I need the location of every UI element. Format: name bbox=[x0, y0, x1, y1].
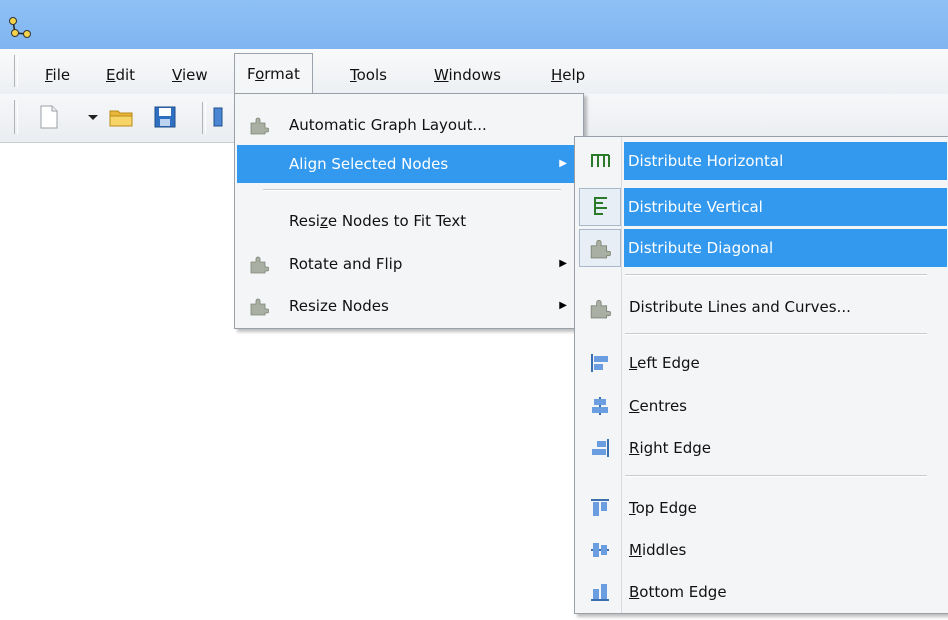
distribute-horizontal-icon bbox=[591, 154, 610, 167]
puzzle-icon bbox=[250, 117, 269, 135]
menu-item-automatic-graph-layout[interactable]: Automatic Graph Layout... bbox=[237, 106, 581, 144]
toolbar-separator bbox=[202, 102, 206, 134]
puzzle-icon bbox=[590, 239, 611, 259]
submenu-item-centres[interactable]: Centres bbox=[577, 387, 947, 425]
submenu-item-bottom-edge[interactable]: Bottom Edge bbox=[577, 573, 947, 611]
menu-bar: File Edit View Format Tools Windows Help bbox=[0, 49, 948, 95]
menu-format[interactable]: Format bbox=[234, 53, 313, 94]
open-folder-icon[interactable] bbox=[108, 104, 134, 130]
submenu-item-distribute-vertical[interactable]: Distribute Vertical bbox=[624, 188, 947, 226]
menu-file[interactable]: File bbox=[45, 64, 70, 86]
puzzle-icon bbox=[590, 299, 611, 319]
align-right-edge-icon bbox=[592, 439, 609, 457]
menu-item-rotate-and-flip[interactable]: Rotate and Flip ▶ bbox=[237, 245, 581, 283]
menu-edit[interactable]: Edit bbox=[106, 64, 135, 86]
menu-view[interactable]: View bbox=[172, 64, 208, 86]
submenu-item-middles[interactable]: Middles bbox=[577, 531, 947, 569]
menu-separator bbox=[625, 274, 927, 276]
align-left-edge-icon bbox=[591, 354, 608, 372]
submenu-item-left-edge[interactable]: Left Edge bbox=[577, 344, 947, 382]
menu-item-resize-nodes[interactable]: Resize Nodes ▶ bbox=[237, 287, 581, 325]
align-submenu: Distribute Horizontal Distribute Vertica… bbox=[574, 136, 948, 614]
distribute-vertical-icon bbox=[594, 197, 607, 215]
submenu-arrow-icon: ▶ bbox=[559, 258, 567, 269]
dropdown-arrow-icon[interactable] bbox=[86, 104, 100, 130]
submenu-item-distribute-diagonal[interactable]: Distribute Diagonal bbox=[624, 229, 947, 267]
save-disk-icon[interactable] bbox=[152, 104, 178, 130]
align-top-edge-icon bbox=[591, 499, 609, 516]
menu-help[interactable]: Help bbox=[551, 64, 585, 86]
submenu-item-distribute-lines-and-curves[interactable]: Distribute Lines and Curves... bbox=[577, 288, 947, 326]
new-document-icon[interactable] bbox=[36, 104, 62, 130]
puzzle-icon bbox=[250, 256, 269, 274]
title-bar bbox=[0, 0, 948, 49]
submenu-arrow-icon: ▶ bbox=[559, 300, 567, 311]
toolbar-grip bbox=[14, 100, 18, 134]
submenu-item-distribute-horizontal[interactable]: Distribute Horizontal bbox=[624, 142, 947, 180]
menubar-grip bbox=[14, 55, 18, 87]
align-centres-icon bbox=[592, 397, 608, 415]
select-tool-icon[interactable] bbox=[212, 104, 226, 130]
align-middles-icon bbox=[591, 543, 609, 557]
menu-item-align-selected-nodes[interactable]: Align Selected Nodes ▶ bbox=[237, 145, 581, 183]
puzzle-icon bbox=[250, 298, 269, 316]
menu-item-resize-nodes-to-fit-text[interactable]: Resize Nodes to Fit Text bbox=[237, 202, 581, 240]
submenu-item-right-edge[interactable]: Right Edge bbox=[577, 429, 947, 467]
format-menu: Automatic Graph Layout... Align Selected… bbox=[234, 93, 584, 329]
menu-tools[interactable]: Tools bbox=[350, 64, 387, 86]
align-bottom-edge-icon bbox=[591, 584, 609, 601]
menu-separator bbox=[625, 333, 927, 335]
submenu-arrow-icon: ▶ bbox=[559, 158, 567, 169]
menu-windows[interactable]: Windows bbox=[434, 64, 501, 86]
app-graph-icon bbox=[9, 17, 31, 38]
menu-separator bbox=[263, 189, 561, 191]
menu-separator bbox=[625, 475, 927, 477]
submenu-item-top-edge[interactable]: Top Edge bbox=[577, 489, 947, 527]
